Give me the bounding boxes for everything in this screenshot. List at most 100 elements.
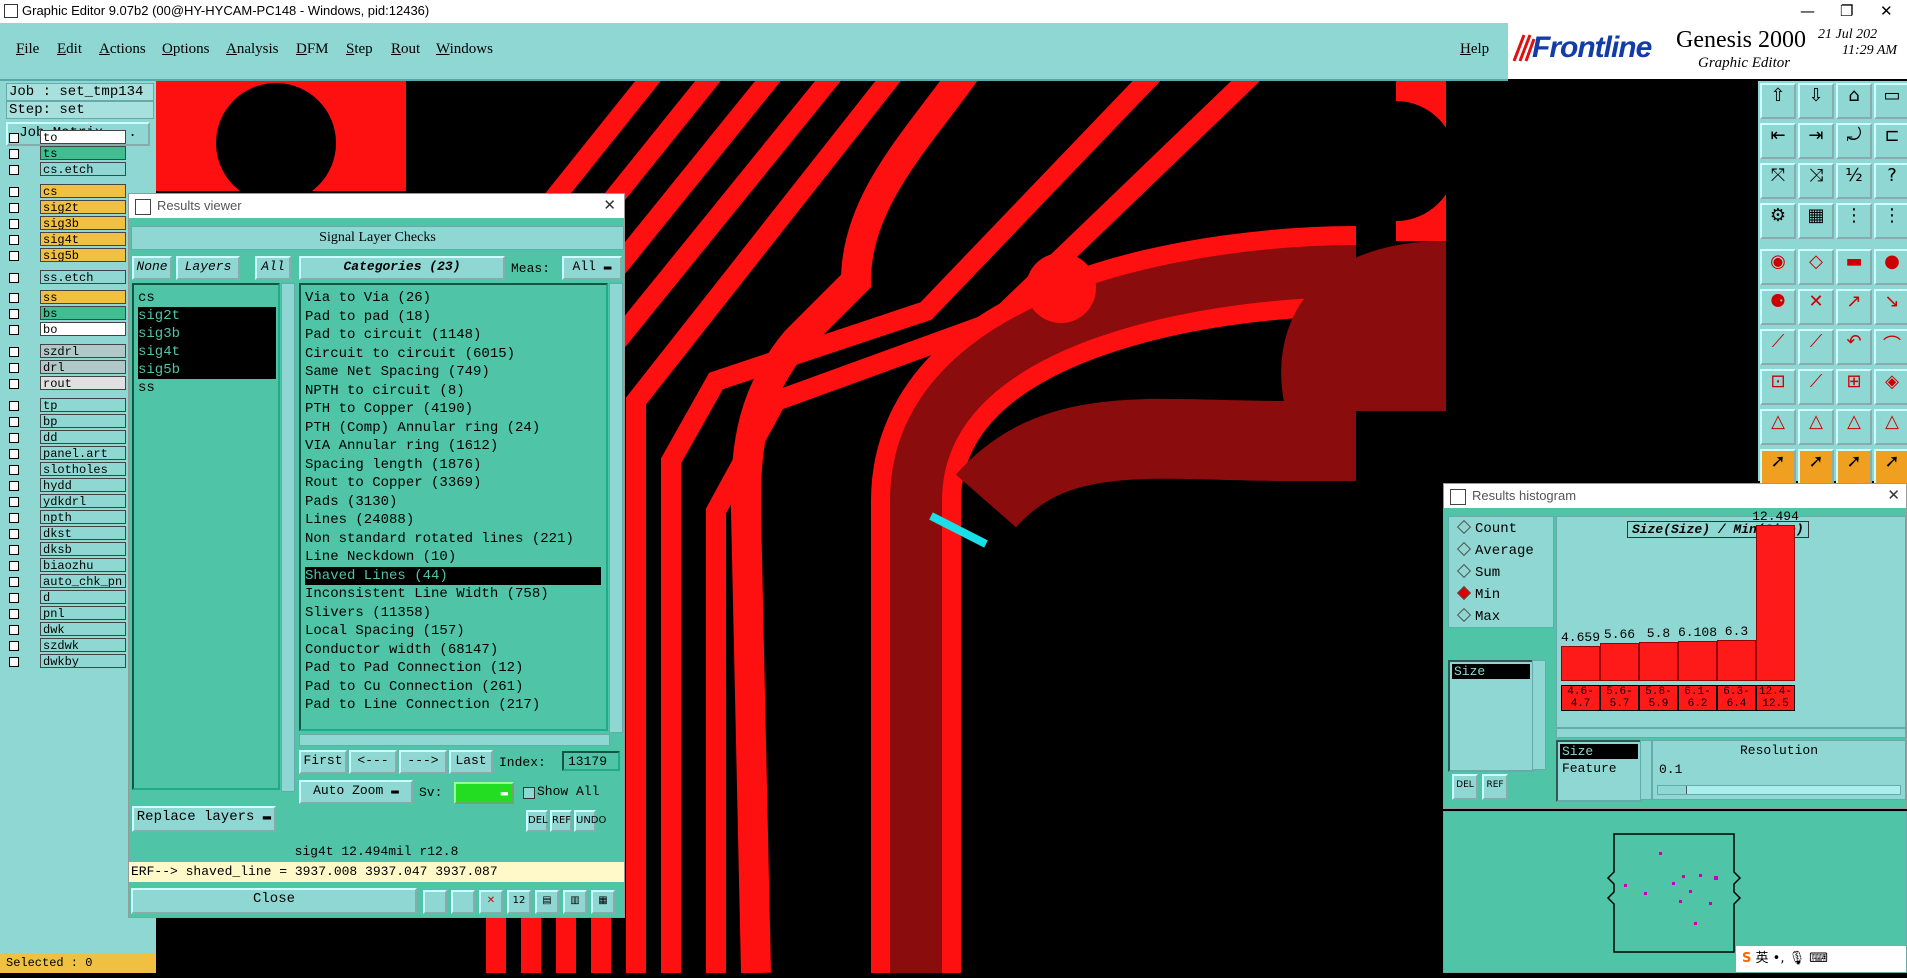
- layer-checkbox[interactable]: [9, 657, 19, 667]
- category-item[interactable]: PTH (Comp) Annular ring (24): [305, 419, 540, 437]
- category-item[interactable]: Spacing length (1876): [305, 456, 481, 474]
- layer-row[interactable]: dkst: [6, 526, 126, 541]
- layer-row[interactable]: bs: [6, 306, 126, 321]
- shape-icon[interactable]: ◇: [1798, 249, 1834, 285]
- category-item[interactable]: Same Net Spacing (749): [305, 363, 490, 381]
- half-icon[interactable]: ½: [1836, 163, 1872, 199]
- undo-icon[interactable]: ⤾: [1836, 123, 1872, 159]
- layer-row[interactable]: slotholes: [6, 462, 126, 477]
- layer-checkbox[interactable]: [9, 235, 19, 245]
- layer-checkbox[interactable]: [9, 417, 19, 427]
- axis-scrollbar[interactable]: [1640, 740, 1652, 800]
- radio-icon[interactable]: [1456, 519, 1472, 535]
- layer-row[interactable]: hydd: [6, 478, 126, 493]
- snap-icon[interactable]: ⋮: [1836, 203, 1872, 239]
- dot-icon[interactable]: ●: [1874, 249, 1907, 285]
- layer-checkbox[interactable]: [9, 561, 19, 571]
- keyboard-icon[interactable]: ⌨: [1809, 951, 1828, 966]
- result-layer-item[interactable]: sig4t: [138, 343, 276, 361]
- slash-icon[interactable]: ⟋: [1760, 329, 1796, 365]
- cross-icon[interactable]: ✕: [479, 890, 503, 914]
- layer-name[interactable]: bo: [40, 322, 126, 336]
- close-button[interactable]: Close: [131, 888, 417, 914]
- layer-row[interactable]: biaozhu: [6, 558, 126, 573]
- histogram-bar[interactable]: [1561, 645, 1600, 681]
- category-item[interactable]: Non standard rotated lines (221): [305, 530, 574, 548]
- aggregate-option[interactable]: Max: [1456, 607, 1500, 625]
- category-item[interactable]: Rout to Copper (3369): [305, 474, 481, 492]
- aggregate-option[interactable]: Sum: [1456, 563, 1500, 581]
- layer-name[interactable]: cs: [40, 184, 126, 198]
- layer-name[interactable]: drl: [40, 360, 126, 374]
- pointer4-icon[interactable]: ➚: [1874, 449, 1907, 485]
- layer-name[interactable]: sig2t: [40, 200, 126, 214]
- layer-checkbox[interactable]: [9, 149, 19, 159]
- layer-name[interactable]: to: [40, 130, 126, 144]
- layer-name[interactable]: rout: [40, 376, 126, 390]
- category-item[interactable]: Via to Via (26): [305, 289, 431, 307]
- grid-icon[interactable]: ▦: [1798, 203, 1834, 239]
- layer-row[interactable]: dwkby: [6, 654, 126, 669]
- meas-dropdown[interactable]: All ▬: [562, 256, 622, 280]
- layer-checkbox[interactable]: [9, 529, 19, 539]
- punctuation-icon[interactable]: •,: [1773, 951, 1785, 966]
- layer-name[interactable]: sig5b: [40, 248, 126, 262]
- layer-name[interactable]: szdwk: [40, 638, 126, 652]
- layer-checkbox[interactable]: [9, 133, 19, 143]
- layer-row[interactable]: sig3b: [6, 216, 126, 231]
- layer-row[interactable]: bo: [6, 322, 126, 337]
- layer-checkbox[interactable]: [9, 625, 19, 635]
- category-item[interactable]: Pad to Cu Connection (261): [305, 678, 523, 696]
- layer-checkbox[interactable]: [9, 251, 19, 261]
- overview-panel[interactable]: S 英 •, 🎙 ⌨: [1443, 811, 1907, 973]
- category-item[interactable]: VIA Annular ring (1612): [305, 437, 498, 455]
- all-button[interactable]: All: [255, 256, 291, 280]
- layer-name[interactable]: panel.art: [40, 446, 126, 460]
- help-icon[interactable]: ?: [1874, 163, 1907, 199]
- field-scrollbar[interactable]: [1532, 660, 1546, 770]
- menu-windows[interactable]: Windows: [436, 41, 493, 58]
- categories-scrollbar[interactable]: [609, 283, 623, 733]
- layer-checkbox[interactable]: [9, 609, 19, 619]
- category-item[interactable]: Inconsistent Line Width (758): [305, 585, 549, 603]
- category-item[interactable]: Conductor width (68147): [305, 641, 498, 659]
- ime-tray[interactable]: S 英 •, 🎙 ⌨: [1736, 946, 1906, 972]
- radio-icon[interactable]: [1456, 607, 1472, 623]
- layer-checkbox[interactable]: [9, 641, 19, 651]
- layer-row[interactable]: bp: [6, 414, 126, 429]
- chart-icon[interactable]: ▥: [563, 890, 587, 914]
- layer-name[interactable]: dd: [40, 430, 126, 444]
- category-item[interactable]: NPTH to circuit (8): [305, 382, 465, 400]
- shrink-icon[interactable]: ⤨: [1798, 163, 1834, 199]
- layer-row[interactable]: drl: [6, 360, 126, 375]
- layer-name[interactable]: tp: [40, 398, 126, 412]
- layer-row[interactable]: tp: [6, 398, 126, 413]
- triangle2-icon[interactable]: △: [1798, 409, 1834, 445]
- layer-row[interactable]: ss: [6, 290, 126, 305]
- layer-checkbox[interactable]: [9, 545, 19, 555]
- left-icon[interactable]: ⇤: [1760, 123, 1796, 159]
- category-item[interactable]: PTH to Copper (4190): [305, 400, 473, 418]
- first-button[interactable]: First: [299, 750, 347, 774]
- layer-checkbox[interactable]: [9, 325, 19, 335]
- layer-row[interactable]: ts: [6, 146, 126, 161]
- number-icon[interactable]: 12: [507, 890, 531, 914]
- layer-row[interactable]: sig4t: [6, 232, 126, 247]
- layer-row[interactable]: sig2t: [6, 200, 126, 215]
- layer-checkbox[interactable]: [9, 187, 19, 197]
- layer-row[interactable]: ss.etch: [6, 270, 126, 285]
- menu-help[interactable]: Help: [1460, 41, 1489, 58]
- mic-icon[interactable]: 🎙: [1789, 951, 1806, 966]
- layer-name[interactable]: pnl: [40, 606, 126, 620]
- del-icon[interactable]: DEL: [526, 810, 548, 832]
- close-window-button[interactable]: ✕: [1880, 2, 1893, 20]
- histogram-bar[interactable]: [1678, 641, 1717, 681]
- layer-checkbox[interactable]: [9, 481, 19, 491]
- layer-row[interactable]: cs.etch: [6, 162, 126, 177]
- axis-size[interactable]: Size: [1560, 744, 1638, 759]
- layer-row[interactable]: auto_chk_pn: [6, 574, 126, 589]
- layer-row[interactable]: pnl: [6, 606, 126, 621]
- radio-icon[interactable]: [1456, 541, 1472, 557]
- menu-actions[interactable]: Actions: [99, 41, 146, 58]
- category-item[interactable]: Circuit to circuit (6015): [305, 345, 515, 363]
